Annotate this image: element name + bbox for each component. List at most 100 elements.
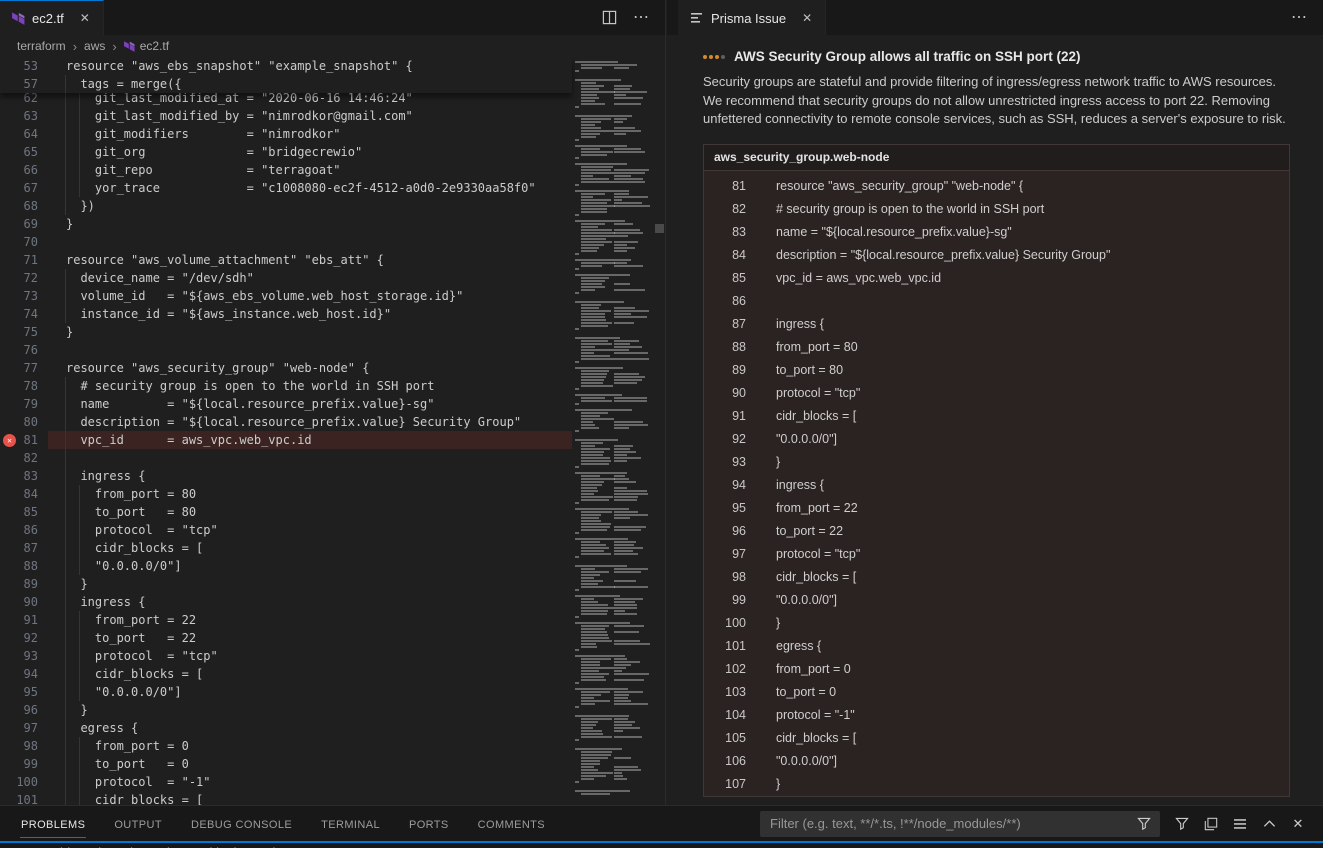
code-line[interactable]: 57 tags = merge({ bbox=[0, 75, 572, 93]
tab-prisma-issue[interactable]: Prisma Issue ✕ bbox=[678, 0, 826, 35]
line-number: 83 bbox=[704, 221, 746, 244]
panel-action-icons: ✕ bbox=[1160, 816, 1315, 832]
code-line[interactable]: 95 "0.0.0.0/0"] bbox=[0, 683, 665, 701]
line-number: 103 bbox=[704, 681, 746, 704]
minimap[interactable] bbox=[572, 57, 654, 805]
indent-guide bbox=[79, 521, 80, 539]
more-actions-icon[interactable]: ⋯ bbox=[633, 10, 650, 26]
code-line[interactable]: 87 cidr_blocks = [ bbox=[0, 539, 665, 557]
code-line[interactable]: 97 egress { bbox=[0, 719, 665, 737]
line-content: cidr_blocks = [ bbox=[776, 727, 856, 750]
indent-guide bbox=[65, 539, 66, 557]
panel-tab-output[interactable]: OUTPUT bbox=[113, 810, 163, 838]
code-line[interactable]: 88 "0.0.0.0/0"] bbox=[0, 557, 665, 575]
code-line[interactable]: 84 from_port = 80 bbox=[0, 485, 665, 503]
line-number: 68 bbox=[0, 197, 48, 215]
line-content: # security group is open to the world in… bbox=[776, 198, 1044, 221]
problems-filter-input[interactable]: Filter (e.g. text, **/*.ts, !**/node_mod… bbox=[760, 811, 1160, 837]
code-line[interactable]: 63 git_last_modified_by = "nimrodkor@gma… bbox=[0, 107, 665, 125]
code-line[interactable]: 101 cidr_blocks = [ bbox=[0, 791, 665, 805]
code-line[interactable]: 83 ingress { bbox=[0, 467, 665, 485]
issue-code-line: 94ingress { bbox=[704, 474, 1289, 497]
panel-tab-problems[interactable]: PROBLEMS bbox=[20, 810, 86, 838]
indent-guide bbox=[65, 449, 66, 467]
code-line[interactable]: 69} bbox=[0, 215, 665, 233]
code-line[interactable]: 92 to_port = 22 bbox=[0, 629, 665, 647]
line-number: 98 bbox=[704, 566, 746, 589]
line-content: ingress { bbox=[776, 313, 824, 336]
breadcrumb-item-aws[interactable]: aws bbox=[84, 39, 105, 53]
code-line[interactable]: 65 git_org = "bridgecrewio" bbox=[0, 143, 665, 161]
maximize-panel-icon[interactable] bbox=[1261, 816, 1277, 832]
code-line[interactable]: 91 from_port = 22 bbox=[0, 611, 665, 629]
breadcrumb-item-terraform[interactable]: terraform bbox=[17, 39, 66, 53]
indent-guide bbox=[65, 75, 66, 93]
code-line[interactable]: 78 # security group is open to the world… bbox=[0, 377, 665, 395]
line-number: 91 bbox=[0, 611, 48, 629]
code-line[interactable]: 73 volume_id = "${aws_ebs_volume.web_hos… bbox=[0, 287, 665, 305]
collapse-all-icon[interactable] bbox=[1203, 816, 1219, 832]
line-number: 92 bbox=[704, 428, 746, 451]
line-number: 87 bbox=[704, 313, 746, 336]
line-content: to_port = 22 bbox=[776, 520, 843, 543]
scrollbar-thumb[interactable] bbox=[655, 224, 664, 233]
filter-icon[interactable] bbox=[1174, 816, 1190, 832]
issue-code-line: 101egress { bbox=[704, 635, 1289, 658]
code-line[interactable]: 74 instance_id = "${aws_instance.web_hos… bbox=[0, 305, 665, 323]
code-line[interactable]: 94 cidr_blocks = [ bbox=[0, 665, 665, 683]
code-line[interactable]: 82 bbox=[0, 449, 665, 467]
panel-tab-comments[interactable]: COMMENTS bbox=[477, 810, 546, 838]
panel-tab-debug-console[interactable]: DEBUG CONSOLE bbox=[190, 810, 293, 838]
panel-tab-ports[interactable]: PORTS bbox=[408, 810, 450, 838]
issue-code-line: 103to_port = 0 bbox=[704, 681, 1289, 704]
close-panel-icon[interactable]: ✕ bbox=[1290, 816, 1306, 832]
code-line[interactable]: 77resource "aws_security_group" "web-nod… bbox=[0, 359, 665, 377]
code-line[interactable]: 99 to_port = 0 bbox=[0, 755, 665, 773]
line-content: } bbox=[776, 773, 780, 796]
code-line[interactable]: 79 name = "${local.resource_prefix.value… bbox=[0, 395, 665, 413]
code-line[interactable]: 70 bbox=[0, 233, 665, 251]
view-as-list-icon[interactable] bbox=[1232, 816, 1248, 832]
code-line[interactable]: 80 description = "${local.resource_prefi… bbox=[0, 413, 665, 431]
code-line[interactable]: 98 from_port = 0 bbox=[0, 737, 665, 755]
indent-guide bbox=[79, 107, 80, 125]
more-actions-icon[interactable]: ⋯ bbox=[1291, 10, 1308, 26]
code-line[interactable]: 96 } bbox=[0, 701, 665, 719]
line-number: 85 bbox=[0, 503, 48, 521]
indent-guide bbox=[79, 773, 80, 791]
code-line[interactable]: 71resource "aws_volume_attachment" "ebs_… bbox=[0, 251, 665, 269]
code-line[interactable]: 75} bbox=[0, 323, 665, 341]
line-number: 89 bbox=[0, 575, 48, 593]
code-line[interactable]: 85 to_port = 80 bbox=[0, 503, 665, 521]
tab-ec2-tf[interactable]: ec2.tf ✕ bbox=[0, 0, 104, 35]
close-icon[interactable]: ✕ bbox=[799, 10, 815, 26]
code-line[interactable]: 64 git_modifiers = "nimrodkor" bbox=[0, 125, 665, 143]
close-icon[interactable]: ✕ bbox=[77, 10, 93, 26]
indent-guide bbox=[65, 647, 66, 665]
breadcrumb-item-file[interactable]: ec2.tf bbox=[140, 39, 169, 53]
code-line[interactable]: 89 } bbox=[0, 575, 665, 593]
code-line[interactable]: 67 yor_trace = "c1008080-ec2f-4512-a0d0-… bbox=[0, 179, 665, 197]
code-line[interactable]: 68 }) bbox=[0, 197, 665, 215]
code-line[interactable]: 53resource "aws_ebs_snapshot" "example_s… bbox=[0, 57, 572, 75]
indent-guide bbox=[65, 467, 66, 485]
code-line[interactable]: 72 device_name = "/dev/sdh" bbox=[0, 269, 665, 287]
line-number: 72 bbox=[0, 269, 48, 287]
terraform-icon bbox=[12, 11, 25, 25]
filter-funnel-icon[interactable] bbox=[1136, 816, 1152, 832]
code-line[interactable]: 100 protocol = "-1" bbox=[0, 773, 665, 791]
code-line[interactable]: 90 ingress { bbox=[0, 593, 665, 611]
code-line[interactable]: ✕81 vpc_id = aws_vpc.web_vpc.id bbox=[0, 431, 665, 449]
code-line[interactable]: 66 git_repo = "terragoat" bbox=[0, 161, 665, 179]
code-line[interactable]: 76 bbox=[0, 341, 665, 359]
line-number: 95 bbox=[0, 683, 48, 701]
issue-code-line: 84description = "${local.resource_prefix… bbox=[704, 244, 1289, 267]
indent-guide bbox=[65, 557, 66, 575]
code-editor[interactable]: 62 git_last_modified_at = "2020-06-16 14… bbox=[0, 57, 665, 805]
split-editor-icon[interactable] bbox=[602, 10, 617, 25]
line-number: 96 bbox=[704, 520, 746, 543]
code-line[interactable]: 93 protocol = "tcp" bbox=[0, 647, 665, 665]
code-line[interactable]: 86 protocol = "tcp" bbox=[0, 521, 665, 539]
panel-tab-terminal[interactable]: TERMINAL bbox=[320, 810, 381, 838]
error-icon[interactable]: ✕ bbox=[3, 434, 16, 447]
